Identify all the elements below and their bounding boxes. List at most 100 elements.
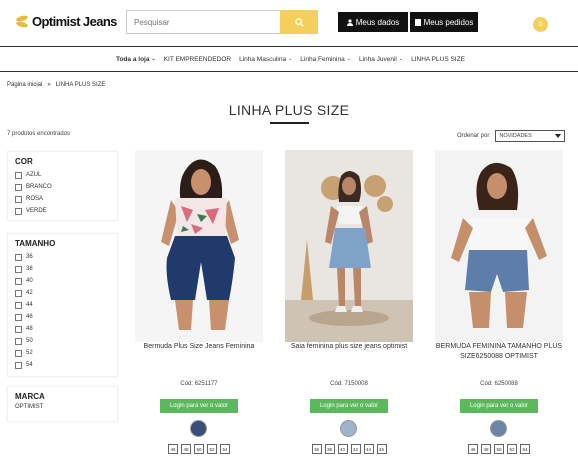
color-swatch[interactable]: [190, 420, 207, 437]
product-name[interactable]: Bermuda Plus Size Jeans Feminina: [135, 342, 263, 352]
filter-option-label: 50: [26, 338, 33, 344]
product-card[interactable]: BERMUDA FEMININA TAMANHO PLUS SIZE625008…: [435, 150, 563, 362]
size-option[interactable]: 46: [376, 444, 387, 454]
product-name[interactable]: BERMUDA FEMININA TAMANHO PLUS SIZE625008…: [435, 342, 563, 362]
size-option[interactable]: 54: [220, 444, 230, 454]
filter-option[interactable]: 36: [15, 251, 117, 263]
product-count: 7 produtos encontrados: [7, 131, 71, 137]
filter-option[interactable]: ROSA: [15, 193, 117, 205]
product-code: Cód: 6250088: [480, 381, 518, 387]
filter-option[interactable]: 46: [15, 311, 117, 323]
filter-option-label: AZUL: [26, 172, 42, 178]
size-option[interactable]: 48: [481, 444, 491, 454]
nav-item[interactable]: KIT EMPREENDEDOR: [164, 56, 231, 63]
size-option[interactable]: 46: [168, 444, 178, 454]
login-to-see-price-button[interactable]: Login para ver o valor: [160, 399, 238, 413]
product-photo[interactable]: [285, 150, 413, 342]
filter-option[interactable]: OPTIMIST: [15, 404, 117, 410]
filter-option[interactable]: 42: [15, 287, 117, 299]
filter-checkbox[interactable]: [15, 207, 22, 215]
filter-option[interactable]: 48: [15, 323, 117, 335]
filter-cor-title: COR: [15, 157, 33, 166]
model-photo-3: [435, 150, 563, 342]
filter-option[interactable]: 50: [15, 335, 117, 347]
size-option[interactable]: 54: [520, 444, 530, 454]
filter-option[interactable]: AZUL: [15, 169, 117, 181]
sort-select[interactable]: NOVIDADES: [495, 130, 566, 142]
filter-checkbox[interactable]: [15, 313, 22, 321]
size-option[interactable]: 40: [337, 444, 348, 454]
filter-marca: MARCA OPTIMIST: [7, 386, 118, 422]
main-nav: Toda a loja ⌄ KIT EMPREENDEDOR Linha Mascul…: [0, 46, 578, 72]
size-option[interactable]: 42: [350, 444, 361, 454]
filter-option[interactable]: 52: [15, 347, 117, 359]
filter-checkbox[interactable]: [15, 361, 22, 369]
nav-item[interactable]: Toda a loja ⌄: [116, 56, 156, 63]
color-swatch[interactable]: [340, 420, 357, 437]
site-header: Optimist Jeans Meus dados Meus pedidos 0: [0, 0, 578, 46]
nav-item[interactable]: Linha Feminina ⌄: [300, 56, 351, 63]
breadcrumb-separator: »: [47, 82, 51, 88]
logo[interactable]: Optimist Jeans: [14, 14, 117, 29]
sort-value: NOVIDADES: [499, 133, 532, 139]
product-card[interactable]: Saia feminina plus size jeans optimist: [285, 150, 413, 352]
nav-item[interactable]: Linha Juvenil ⌄: [359, 56, 403, 63]
nav-item[interactable]: LINHA PLUS SIZE: [411, 56, 465, 63]
search-button[interactable]: [280, 10, 318, 34]
nav-item-label: Linha Feminina: [300, 55, 345, 63]
size-list: 36 38 40 42 44 46: [285, 444, 413, 454]
logo-text: Optimist Jeans: [32, 14, 117, 29]
filter-checkbox[interactable]: [15, 337, 22, 345]
filter-option-label: 38: [26, 266, 33, 272]
filter-option-label: VERDE: [26, 208, 47, 214]
filter-checkbox[interactable]: [15, 349, 22, 357]
filter-option[interactable]: 38: [15, 263, 117, 275]
search-input[interactable]: [126, 10, 280, 34]
size-option[interactable]: 52: [507, 444, 517, 454]
filter-checkbox[interactable]: [15, 277, 22, 285]
size-option[interactable]: 38: [324, 444, 335, 454]
cart-button[interactable]: 0: [533, 17, 548, 32]
size-option[interactable]: 36: [311, 444, 322, 454]
filter-option[interactable]: 44: [15, 299, 117, 311]
filter-checkbox[interactable]: [15, 253, 22, 261]
filter-checkbox[interactable]: [15, 289, 22, 297]
filter-option-label: 40: [26, 278, 33, 284]
product-name[interactable]: Saia feminina plus size jeans optimist: [285, 342, 413, 352]
login-to-see-price-button[interactable]: Login para ver o valor: [310, 399, 388, 413]
size-option[interactable]: 44: [363, 444, 374, 454]
meus-pedidos-button[interactable]: Meus pedidos: [410, 12, 478, 32]
size-option[interactable]: 50: [194, 444, 204, 454]
filter-option[interactable]: VERDE: [15, 205, 117, 217]
filter-checkbox[interactable]: [15, 301, 22, 309]
color-swatch[interactable]: [490, 420, 507, 437]
filter-checkbox[interactable]: [15, 265, 22, 273]
filter-option-label: 44: [26, 302, 33, 308]
meus-dados-label: Meus dados: [355, 17, 400, 27]
nav-item[interactable]: Linha Masculina ⌄: [239, 56, 292, 63]
orders-icon: [414, 18, 421, 26]
filter-checkbox[interactable]: [15, 171, 22, 179]
filter-checkbox[interactable]: [15, 183, 22, 191]
product-photo[interactable]: [435, 150, 563, 342]
chevron-down-icon: ⌄: [398, 56, 404, 62]
filter-checkbox[interactable]: [15, 195, 22, 203]
filter-option[interactable]: BRANCO: [15, 181, 117, 193]
product-photo[interactable]: [135, 150, 263, 342]
login-to-see-price-button[interactable]: Login para ver o valor: [460, 399, 538, 413]
filter-option[interactable]: 54: [15, 359, 117, 371]
breadcrumb-home[interactable]: Página inicial: [7, 82, 42, 88]
meus-dados-button[interactable]: Meus dados: [338, 12, 408, 32]
size-list: 46 48 50 52 54: [135, 444, 263, 454]
size-option[interactable]: 52: [207, 444, 217, 454]
size-option[interactable]: 48: [181, 444, 191, 454]
product-card[interactable]: Bermuda Plus Size Jeans Feminina: [135, 150, 263, 352]
size-option[interactable]: 50: [494, 444, 504, 454]
filter-checkbox[interactable]: [15, 325, 22, 333]
model-photo-1: [135, 150, 263, 342]
chevron-down-icon: [555, 134, 562, 138]
filter-option[interactable]: 40: [15, 275, 117, 287]
filter-option-label: 54: [26, 362, 33, 368]
title-underline: [270, 122, 309, 124]
size-option[interactable]: 46: [468, 444, 478, 454]
